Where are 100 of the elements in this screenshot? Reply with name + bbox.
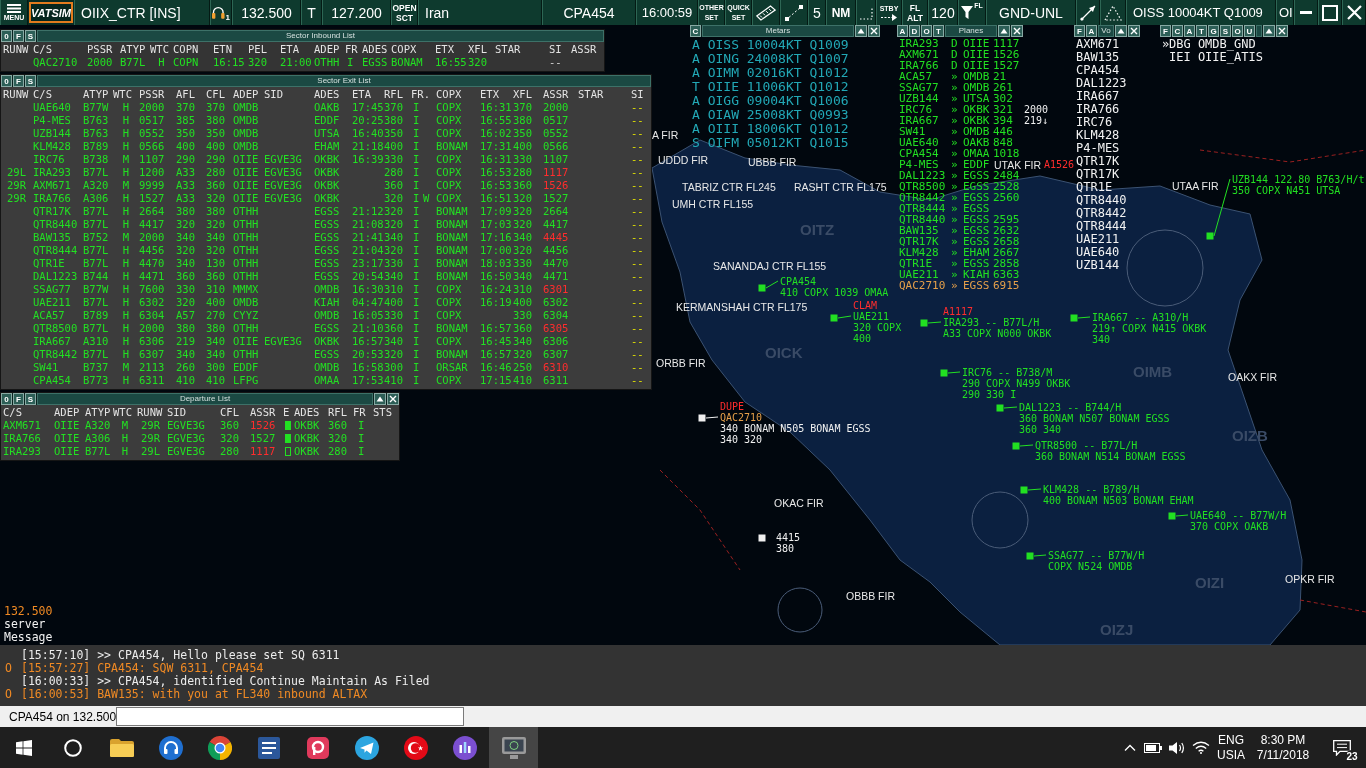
aircraft-list-item[interactable]: KLM428 » EHAM 2667 [897, 247, 1020, 258]
aircraft-label[interactable]: IRC76 -- B738/M 290 COPX N499 OKBK 290 330 I [962, 367, 1071, 400]
open-sector-button[interactable]: OPEN SCT [391, 0, 418, 25]
list-option-button[interactable]: A [897, 25, 908, 37]
list-option-button[interactable]: 0 [1, 30, 12, 42]
list-option-button[interactable]: G [1208, 25, 1219, 37]
frequency-button[interactable]: 132.500 [232, 0, 301, 25]
aircraft-target-icon[interactable] [758, 284, 766, 292]
aircraft-list-item[interactable]: DAL1223 » EGSS 2484 [897, 170, 1020, 181]
list-option-button[interactable]: S [25, 75, 36, 87]
notification-button[interactable]: 23 [1317, 727, 1366, 768]
headset-button[interactable]: 1 [210, 0, 232, 25]
callsign-button[interactable]: OIIX_CTR [INS] [74, 0, 210, 25]
aircraft-label[interactable]: IRA667 -- A310/H 219↑ COPX N415 OKBK 340 [1092, 312, 1207, 345]
close-icon[interactable] [387, 393, 399, 405]
tool-button[interactable] [1076, 0, 1100, 25]
unit-button[interactable]: NM [826, 0, 856, 25]
voice-list-item[interactable]: IRA667 [1074, 90, 1120, 103]
aircraft-list-item[interactable]: UAE640 » OAKB 848 [897, 137, 1013, 148]
aircraft-label[interactable]: UZB144 122.80 B763/H/t 350 COPX N451 UTSA [1232, 174, 1365, 196]
list-option-button[interactable]: S [25, 393, 36, 405]
aircraft-target-icon[interactable] [1020, 486, 1028, 494]
list-option-button[interactable]: F [13, 393, 24, 405]
voice-list-item[interactable]: P4-MES [1074, 142, 1120, 155]
aircraft-target-icon[interactable] [920, 319, 928, 327]
tool-button[interactable] [752, 0, 780, 25]
voice-list-item[interactable]: BAW135 [1074, 51, 1120, 64]
altitude-filter-button[interactable]: GND-UNL [986, 0, 1076, 25]
aircraft-list-item[interactable]: QTR1E » EGSS 2858 [897, 258, 1020, 269]
tool-button[interactable] [856, 0, 876, 25]
collapse-icon[interactable] [855, 25, 867, 37]
collapse-icon[interactable] [1263, 25, 1275, 37]
voice-list-item[interactable]: CPA454 [1074, 64, 1120, 77]
voice-list-item[interactable]: QTR1E [1074, 181, 1113, 194]
aircraft-label[interactable]: KLM428 -- B789/H 400 BONAM N503 BONAM EHAM [1043, 484, 1194, 506]
aircraft-label[interactable]: CPA454 410 COPX 1039 OMAA [780, 276, 889, 298]
range-button[interactable]: 5 [808, 0, 826, 25]
controller-list-item[interactable]: IEI OIIE_ATIS [1160, 51, 1263, 64]
aircraft-target-icon[interactable] [996, 404, 1004, 412]
aircraft-list-item[interactable]: QTR8442 » EGSS 2560 [897, 192, 1020, 203]
chat-tab[interactable]: Message [4, 631, 53, 644]
collapse-icon[interactable] [1115, 25, 1127, 37]
aircraft-list-item[interactable]: UZB144 » UTSA 302 [897, 93, 1013, 104]
aircraft-list-item[interactable]: ACA57 » OMDB 21 [897, 71, 1007, 82]
aircraft-target-icon[interactable] [1070, 314, 1078, 322]
frequency-button[interactable]: 127.200 [322, 0, 391, 25]
list-option-button[interactable]: F [1074, 25, 1085, 37]
aircraft-list-item[interactable]: SSAG77 » OMDB 261 [897, 82, 1013, 93]
list-option-button[interactable]: O [1232, 25, 1243, 37]
aircraft-list-item[interactable]: AXM671 D OIIE 1526 [897, 49, 1020, 60]
close-icon[interactable] [1011, 25, 1023, 37]
aircraft-list-item[interactable]: IRA293 D OIIE 1117 [897, 38, 1020, 49]
close-icon[interactable] [1128, 25, 1140, 37]
aircraft-label[interactable]: SSAG77 -- B77W/H COPX N524 OMDB [1048, 550, 1145, 572]
chat-tab[interactable]: 132.500 [4, 605, 53, 618]
aircraft-label[interactable]: QAC2710 340 BONAM N505 BONAM EGSS 340 320 [720, 412, 871, 445]
list-option-button[interactable]: T [933, 25, 944, 37]
aircraft-target-icon[interactable] [698, 414, 706, 422]
chat-tab[interactable]: server [4, 618, 46, 631]
voice-list-item[interactable]: QTR17K [1074, 155, 1120, 168]
voice-list-item[interactable]: QTR8440 [1074, 194, 1127, 207]
aircraft-label[interactable]: QTR8500 -- B77L/H 360 BONAM N514 BONAM EGSS [1035, 440, 1186, 462]
aircraft-label[interactable]: UAE211 320 COPX 400 [853, 311, 902, 344]
aircraft-list-item[interactable]: QTR8500 » EGSS 2528 [897, 181, 1020, 192]
aircraft-target-icon[interactable] [1206, 232, 1214, 240]
aircraft-list-item[interactable]: BAW135 » EGSS 2632 [897, 225, 1020, 236]
aircraft-label[interactable]: DAL1223 -- B744/H 360 BONAM N507 BONAM EGSS 360 340 [1019, 402, 1170, 435]
transition-level-button[interactable]: 120 [928, 0, 958, 25]
voice-list-item[interactable]: DAL1223 [1074, 77, 1127, 90]
command-input[interactable] [116, 707, 465, 726]
list-option-button[interactable]: D [909, 25, 920, 37]
aircraft-list-item[interactable]: QTR8444 » EGSS [897, 203, 993, 214]
aircraft-list-item[interactable]: IRA667 » OKBK 394 [897, 115, 1013, 126]
aircraft-target-icon[interactable] [1026, 552, 1034, 560]
voice-list-item[interactable]: UAE640 [1074, 246, 1120, 259]
list-option-button[interactable]: C [690, 25, 701, 37]
atis-button[interactable]: T [301, 0, 322, 25]
language-button[interactable]: ENG USIA [1213, 727, 1249, 768]
voice-list-item[interactable]: UAE211 [1074, 233, 1120, 246]
aircraft-target-icon[interactable] [1168, 512, 1176, 520]
list-option-button[interactable]: A [1184, 25, 1195, 37]
altitude-mode-button[interactable]: FL ALT [902, 0, 928, 25]
close-icon[interactable] [868, 25, 880, 37]
aircraft-list-item[interactable]: QTR8440 » EGSS 2595 [897, 214, 1020, 225]
voice-list-item[interactable]: QTR8442 [1074, 207, 1127, 220]
aircraft-list-item[interactable]: P4-MES » EDDF [897, 159, 993, 170]
list-option-button[interactable]: S [1220, 25, 1231, 37]
list-option-button[interactable]: C [1172, 25, 1183, 37]
list-option-button[interactable]: U [1244, 25, 1255, 37]
tool-button[interactable] [1100, 0, 1126, 25]
list-option-button[interactable]: O [921, 25, 932, 37]
list-option-button[interactable]: 0 [1, 393, 12, 405]
list-option-button[interactable]: F [13, 30, 24, 42]
aircraft-target-icon[interactable] [940, 369, 948, 377]
voice-list-item[interactable]: IRA766 [1074, 103, 1120, 116]
list-option-button[interactable]: S [25, 30, 36, 42]
voice-list-item[interactable]: KLM428 [1074, 129, 1120, 142]
controller-list-item[interactable]: »DBG OMDB_GND [1160, 38, 1256, 51]
aircraft-list-item[interactable]: IRC76 » OKBK 321 [897, 104, 1013, 115]
aircraft-list-item[interactable]: CPA454 » OMAA 1018 [897, 148, 1020, 159]
